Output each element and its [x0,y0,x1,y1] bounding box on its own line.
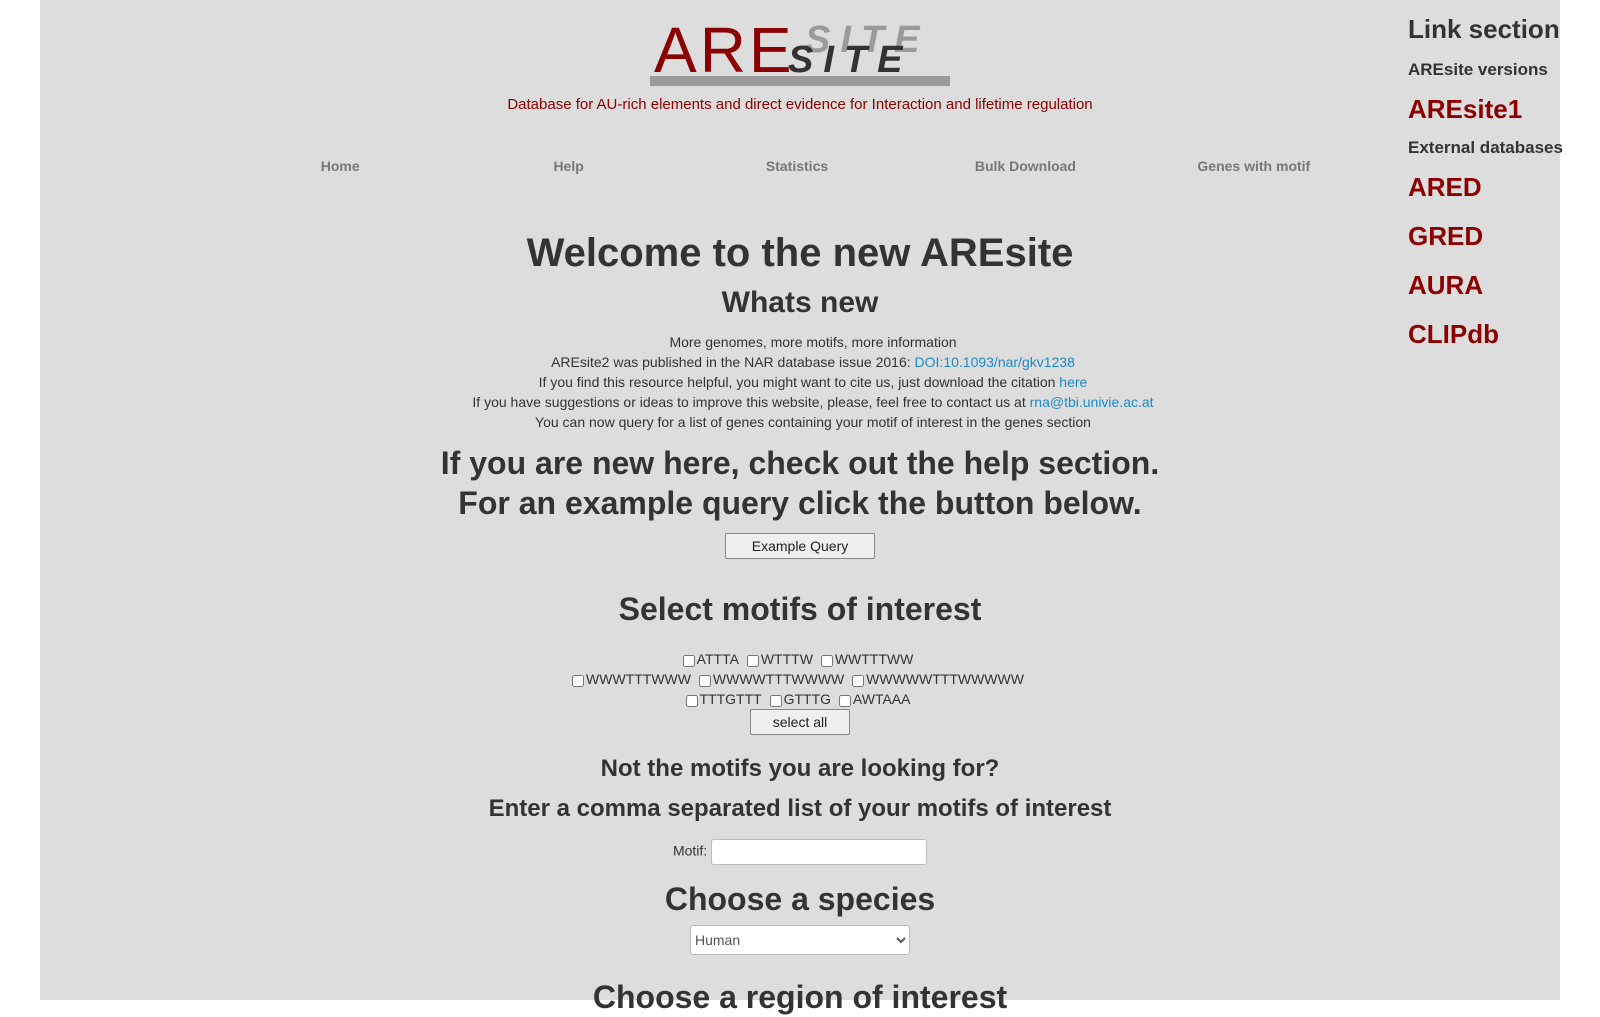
motif-label: AWTAAA [852,691,911,707]
motif-label: TTTGTTT [699,691,762,707]
news-line: AREsite2 was published in the NAR databa… [66,352,1560,372]
sidebar-link-aresite1[interactable]: AREsite1 [1408,94,1568,124]
motif-label: WWWTTTWWW [586,671,691,687]
news-line-text: If you find this resource helpful, you m… [538,374,1060,390]
sidebar-link-aura[interactable]: AURA [1408,270,1568,300]
logo-underline-bar [650,76,950,86]
motif-label: GTTTG [783,691,832,707]
logo-site-text: SITE [788,39,913,81]
choose-region-heading: Choose a region of interest [592,979,1008,1015]
main-nav: Home Help Statistics Bulk Download Genes… [226,158,1368,178]
page-container: ARE SITE SITE Database for AU-rich eleme… [40,0,1563,1015]
motif-field-label: Motif: [672,842,708,859]
news-line-text: If you have suggestions or ideas to impr… [472,394,1030,410]
select-motifs-heading: Select motifs of interest [618,591,982,627]
sidebar-title: Link section [1408,14,1560,44]
motif-checkbox-group: ATTTA WTTTW WWTTTWW WWWTTTWWW WWWWTTTWWW… [40,649,1560,709]
motif-label: ATTTA [696,651,739,667]
motif-checkbox-gtttg[interactable] [769,695,782,707]
help-intro-line: If you are new here, check out the help … [440,445,1160,481]
motif-label: WTTTW [760,651,813,667]
link-sidebar: Link section AREsite versions AREsite1 E… [1408,14,1568,349]
enter-list-heading: Enter a comma separated list of your mot… [488,795,1112,822]
sidebar-versions-label: AREsite versions [1408,60,1548,79]
doi-link[interactable]: DOI:10.1093/nar/gkv1238 [915,354,1075,370]
news-list: More genomes, more motifs, more informat… [40,332,1560,432]
motif-checkbox-awtaaa[interactable] [838,695,851,707]
sidebar-link-ared[interactable]: ARED [1408,172,1568,202]
logo-are-text: ARE [654,14,795,86]
nav-genes-with-motif[interactable]: Genes with motif [1140,158,1368,178]
species-select-wrap: Human [40,925,1560,955]
motif-checkbox-tttgttt[interactable] [685,695,698,707]
help-intro-line: For an example query click the button be… [458,485,1142,521]
contact-email-link[interactable]: rna@tbi.univie.ac.at [1030,394,1154,410]
citation-link[interactable]: here [1059,374,1087,390]
motif-row: TTTGTTT GTTTG AWTAAA [40,689,1560,709]
choose-species-heading: Choose a species [664,881,936,917]
aresite-logo[interactable]: ARE SITE SITE [650,18,960,88]
motif-label: WWWWTTTWWWW [712,671,845,687]
motif-label: WWTTTWW [834,651,914,667]
news-line: If you find this resource helpful, you m… [66,372,1560,392]
species-select[interactable]: Human [690,925,910,955]
motif-field-row: Motif: [40,839,1560,865]
motif-checkbox-wwtttww[interactable] [820,655,833,667]
motif-label: WWWWWTTTWWWWW [866,671,1024,687]
news-line: You can now query for a list of genes co… [535,414,1091,430]
example-query-button[interactable]: Example Query [725,533,875,559]
not-looking-heading: Not the motifs you are looking for? [600,755,1000,782]
nav-statistics[interactable]: Statistics [683,158,911,178]
sidebar-link-clipdb[interactable]: CLIPdb [1408,319,1568,349]
help-intro: If you are new here, check out the help … [40,443,1560,523]
motif-checkbox-wwwtttwww[interactable] [572,675,585,687]
motif-checkbox-wwwwtttwwww[interactable] [698,675,711,687]
whats-new-heading: Whats new [721,286,879,319]
motif-checkbox-attta[interactable] [682,655,695,667]
nav-help[interactable]: Help [454,158,682,178]
motif-checkbox-wwwwwtttwwwww[interactable] [852,675,865,687]
nav-home[interactable]: Home [226,158,454,178]
sidebar-link-gred[interactable]: GRED [1408,221,1568,251]
motif-input[interactable] [711,839,928,865]
nav-bulk-download[interactable]: Bulk Download [911,158,1139,178]
sidebar-external-label: External databases [1408,138,1563,157]
main-content: Welcome to the new AREsite Whats new Mor… [40,228,1560,1017]
select-all-button[interactable]: select all [750,709,850,735]
page-title: Welcome to the new AREsite [526,231,1074,275]
news-line-text: AREsite2 was published in the NAR databa… [551,354,915,370]
news-line: If you have suggestions or ideas to impr… [66,392,1560,412]
news-line: More genomes, more motifs, more informat… [669,334,957,350]
motif-checkbox-wtttw[interactable] [746,655,759,667]
motif-row: WWWTTTWWW WWWWTTTWWWW WWWWWTTTWWWWW [40,669,1560,689]
motif-row: ATTTA WTTTW WWTTTWW [40,649,1560,669]
tagline: Database for AU-rich elements and direct… [507,96,1093,113]
